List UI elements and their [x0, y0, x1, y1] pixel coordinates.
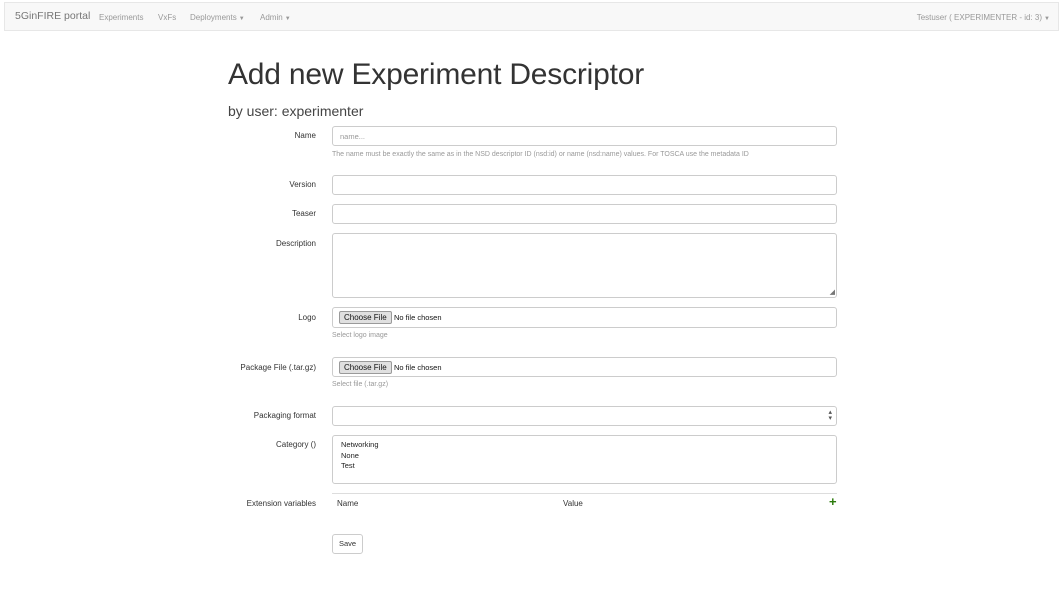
name-help: The name must be exactly the same as in … [332, 151, 749, 158]
plus-icon[interactable]: + [829, 495, 837, 508]
select-arrows-icon: ▴ ▾ [828, 409, 832, 422]
nav-deployments[interactable]: Deployments ▼ [190, 13, 245, 22]
version-label: Version [289, 180, 316, 189]
packaging-format-select[interactable]: ▴ ▾ [332, 406, 837, 426]
logo-file-status: No file chosen [394, 313, 442, 322]
category-option[interactable]: None [341, 451, 359, 460]
page-subtitle: by user: experimenter [228, 103, 364, 119]
save-button[interactable]: Save [332, 534, 363, 554]
caret-down-icon: ▼ [1044, 16, 1050, 22]
description-label: Description [275, 239, 316, 248]
logo-choose-file-button[interactable]: Choose File [339, 311, 392, 324]
package-file-help: Select file (.tar.gz) [332, 381, 389, 388]
top-navbar: 5GinFIRE portal Experiments VxFs Deploym… [4, 2, 1059, 31]
name-placeholder: name... [340, 132, 366, 141]
user-label: Testuser ( EXPERIMENTER - id: 3) [916, 13, 1043, 22]
extension-name-header: Name [337, 499, 359, 508]
package-file-status: No file chosen [394, 363, 442, 372]
extension-table-divider [332, 493, 837, 494]
logo-file-input[interactable]: Choose File No file chosen [332, 307, 837, 328]
brand-link[interactable]: 5GinFIRE portal [15, 10, 90, 22]
name-label: Name [294, 131, 316, 140]
category-option[interactable]: Networking [341, 440, 379, 449]
resize-handle-icon[interactable]: ◢ [830, 289, 835, 296]
category-option[interactable]: Test [341, 461, 355, 470]
extension-variables-label: Extension variables [246, 499, 316, 508]
user-menu[interactable]: Testuser ( EXPERIMENTER - id: 3) ▼ [917, 13, 1050, 22]
nav-admin[interactable]: Admin ▼ [260, 13, 291, 22]
category-label: Category () [275, 440, 316, 449]
nav-deployments-label: Deployments [190, 13, 237, 22]
nav-experiments[interactable]: Experiments [99, 13, 143, 22]
caret-down-icon: ▼ [284, 16, 291, 22]
description-textarea[interactable]: ◢ [332, 233, 837, 298]
teaser-label: Teaser [291, 209, 316, 218]
name-input[interactable]: name... [332, 126, 837, 146]
version-input[interactable] [332, 175, 837, 195]
caret-down-icon: ▼ [238, 16, 245, 22]
nav-vxfs[interactable]: VxFs [158, 13, 176, 22]
packaging-format-label: Packaging format [253, 411, 316, 420]
category-listbox[interactable]: Networking None Test [332, 435, 837, 484]
logo-label: Logo [298, 313, 316, 322]
package-file-label: Package File (.tar.gz) [240, 363, 316, 372]
extension-value-header: Value [563, 499, 583, 508]
logo-help: Select logo image [332, 332, 388, 339]
teaser-input[interactable] [332, 204, 837, 224]
nav-admin-label: Admin [260, 13, 283, 22]
package-file-input[interactable]: Choose File No file chosen [332, 357, 837, 377]
page-title: Add new Experiment Descriptor [228, 58, 645, 91]
package-choose-file-button[interactable]: Choose File [339, 361, 392, 374]
